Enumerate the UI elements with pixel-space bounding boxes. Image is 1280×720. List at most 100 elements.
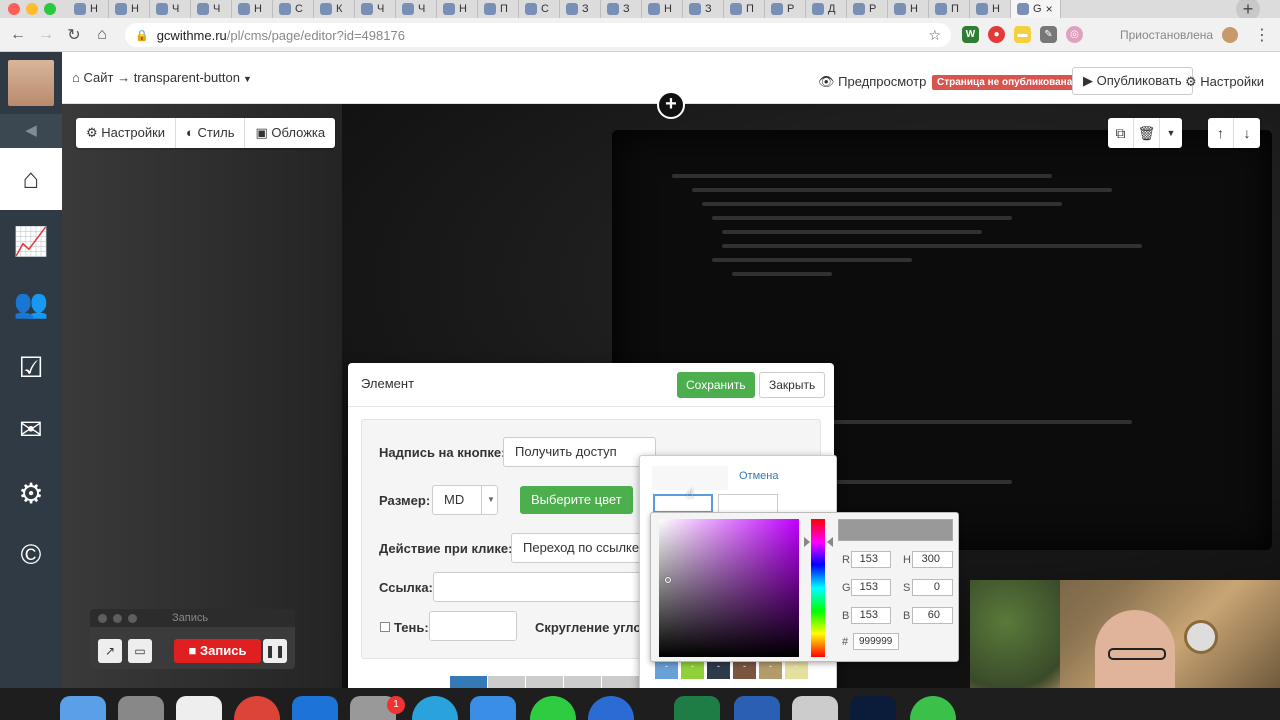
recorder-close-button[interactable] xyxy=(98,614,107,623)
sidebar-mail-icon[interactable]: ✉ xyxy=(0,398,62,460)
choose-color-button[interactable]: Выберите цвет xyxy=(520,486,633,514)
trello-icon[interactable] xyxy=(292,696,338,720)
extension-pink-icon[interactable]: ◎ xyxy=(1066,26,1083,43)
r-input[interactable]: 153 xyxy=(851,551,891,568)
h-input[interactable]: 300 xyxy=(912,551,953,568)
address-bar[interactable]: 🔒 gcwithme.ru/pl/cms/page/editor?id=4981… xyxy=(125,23,951,47)
app-store-icon[interactable] xyxy=(470,696,516,720)
calendar-icon[interactable] xyxy=(176,696,222,720)
browser-tab[interactable]: З xyxy=(601,0,642,18)
color-swatch[interactable]: - xyxy=(759,661,782,679)
color-swatch[interactable]: - xyxy=(707,661,730,679)
saturation-value-area[interactable] xyxy=(659,519,799,657)
b-input[interactable]: 153 xyxy=(851,607,891,624)
color-swatch[interactable]: - xyxy=(785,661,808,679)
sidebar-logo-icon[interactable]: © xyxy=(0,524,62,586)
block-cover-button[interactable]: ▣ Обложка xyxy=(245,118,335,148)
home-icon[interactable]: ⌂ xyxy=(88,26,116,44)
block-settings-button[interactable]: ⚙ Настройки xyxy=(76,118,177,148)
save-button[interactable]: Сохранить xyxy=(677,372,755,398)
utorrent-icon[interactable] xyxy=(910,696,956,720)
sidebar-tasks-icon[interactable]: ☑ xyxy=(0,336,62,398)
recorder-arrow-icon[interactable]: ↗ xyxy=(98,639,122,663)
browser-tab[interactable]: П xyxy=(724,0,765,18)
preview-link[interactable]: 👁 Предпросмотр xyxy=(818,74,926,90)
browser-tab[interactable]: П xyxy=(478,0,519,18)
sidebar-users-icon[interactable]: 👥 xyxy=(0,272,62,334)
extension-w-icon[interactable]: W xyxy=(962,26,979,43)
browser-app-icon[interactable] xyxy=(588,696,634,720)
color-swatch[interactable]: - xyxy=(655,661,678,679)
recorder-area-icon[interactable]: ▭ xyxy=(128,639,152,663)
browser-tab[interactable]: G × xyxy=(1011,0,1061,18)
color-alt-input[interactable] xyxy=(718,494,778,513)
bookmark-star-icon[interactable]: ☆ xyxy=(928,27,941,44)
back-icon[interactable]: ← xyxy=(4,26,32,44)
photoshop-icon[interactable] xyxy=(850,696,896,720)
user-avatar[interactable] xyxy=(8,60,54,106)
browser-menu-icon[interactable]: ⋮ xyxy=(1254,25,1270,45)
shadow-checkbox[interactable] xyxy=(380,622,390,632)
browser-tab[interactable]: З xyxy=(560,0,601,18)
page-settings-link[interactable]: ⚙ Настройки xyxy=(1185,74,1264,90)
browser-tab[interactable]: Н xyxy=(232,0,273,18)
cancel-color-link[interactable]: Отмена xyxy=(739,470,778,482)
browser-tab[interactable]: Р xyxy=(847,0,888,18)
zoom-window-button[interactable] xyxy=(44,3,56,15)
browser-tab[interactable]: С xyxy=(519,0,560,18)
link-input[interactable] xyxy=(433,572,648,602)
profile-avatar[interactable] xyxy=(1222,27,1238,43)
browser-tab[interactable]: Д xyxy=(806,0,847,18)
button-text-input[interactable]: Получить доступ xyxy=(503,437,656,467)
reload-icon[interactable]: ↻ xyxy=(60,25,88,45)
extension-eyedropper-icon[interactable]: ✎ xyxy=(1040,26,1057,43)
whatsapp-icon[interactable] xyxy=(530,696,576,720)
pause-icon[interactable]: ❚❚ xyxy=(263,639,287,663)
size-select[interactable]: MD ▼ xyxy=(432,485,498,515)
breadcrumb[interactable]: ⌂ Сайт → transparent-button ▼ xyxy=(72,70,252,85)
browser-tab[interactable]: Ч xyxy=(355,0,396,18)
shadow-input[interactable] xyxy=(429,611,517,641)
profile-paused-label[interactable]: Приостановлена xyxy=(1120,28,1213,42)
browser-tab[interactable]: Ч xyxy=(191,0,232,18)
recorder-zoom-button[interactable] xyxy=(128,614,137,623)
close-tab-icon[interactable]: × xyxy=(1046,2,1053,16)
browser-tab[interactable]: С xyxy=(273,0,314,18)
notes-icon[interactable] xyxy=(792,696,838,720)
copy-block-icon[interactable]: ⧉ xyxy=(1108,118,1134,148)
brightness-input[interactable]: 60 xyxy=(912,607,953,624)
new-tab-button[interactable]: + xyxy=(1236,0,1260,18)
extension-adblock-icon[interactable]: ● xyxy=(988,26,1005,43)
block-style-button[interactable]: ◐ Стиль xyxy=(176,118,246,148)
s-input[interactable]: 0 xyxy=(912,579,953,596)
color-swatch[interactable]: - xyxy=(733,661,756,679)
recorder-minimize-button[interactable] xyxy=(113,614,122,623)
extension-yellow-icon[interactable]: ▬ xyxy=(1014,26,1031,43)
sidebar-settings-icon[interactable]: ⚙ xyxy=(0,462,62,524)
browser-tab[interactable]: Ч xyxy=(150,0,191,18)
excel-icon[interactable] xyxy=(674,696,720,720)
record-button[interactable]: ■ Запись xyxy=(174,639,261,663)
sidebar-home-icon[interactable]: ⌂ xyxy=(0,148,62,210)
sv-cursor[interactable] xyxy=(665,577,671,583)
browser-tab[interactable]: З xyxy=(683,0,724,18)
word-icon[interactable] xyxy=(734,696,780,720)
browser-tab[interactable]: Ч xyxy=(396,0,437,18)
browser-tab[interactable]: Н xyxy=(109,0,150,18)
hue-slider[interactable] xyxy=(811,519,825,657)
move-down-icon[interactable]: ↓ xyxy=(1234,118,1260,148)
browser-tab[interactable]: Р xyxy=(765,0,806,18)
move-up-icon[interactable]: ↑ xyxy=(1208,118,1234,148)
publish-button[interactable]: ▶ Опубликовать xyxy=(1072,67,1193,95)
browser-tab[interactable]: К xyxy=(314,0,355,18)
click-action-select[interactable]: Переход по ссылке xyxy=(511,533,651,563)
launchpad-icon[interactable] xyxy=(118,696,164,720)
finder-icon[interactable] xyxy=(60,696,106,720)
minimize-window-button[interactable] xyxy=(26,3,38,15)
hex-input[interactable]: 999999 xyxy=(853,633,899,650)
g-input[interactable]: 153 xyxy=(851,579,891,596)
close-button[interactable]: Закрыть xyxy=(759,372,826,398)
chrome-icon[interactable] xyxy=(234,696,280,720)
megaphone-icon[interactable]: ◀ xyxy=(0,114,62,148)
browser-tab[interactable]: Н xyxy=(437,0,478,18)
